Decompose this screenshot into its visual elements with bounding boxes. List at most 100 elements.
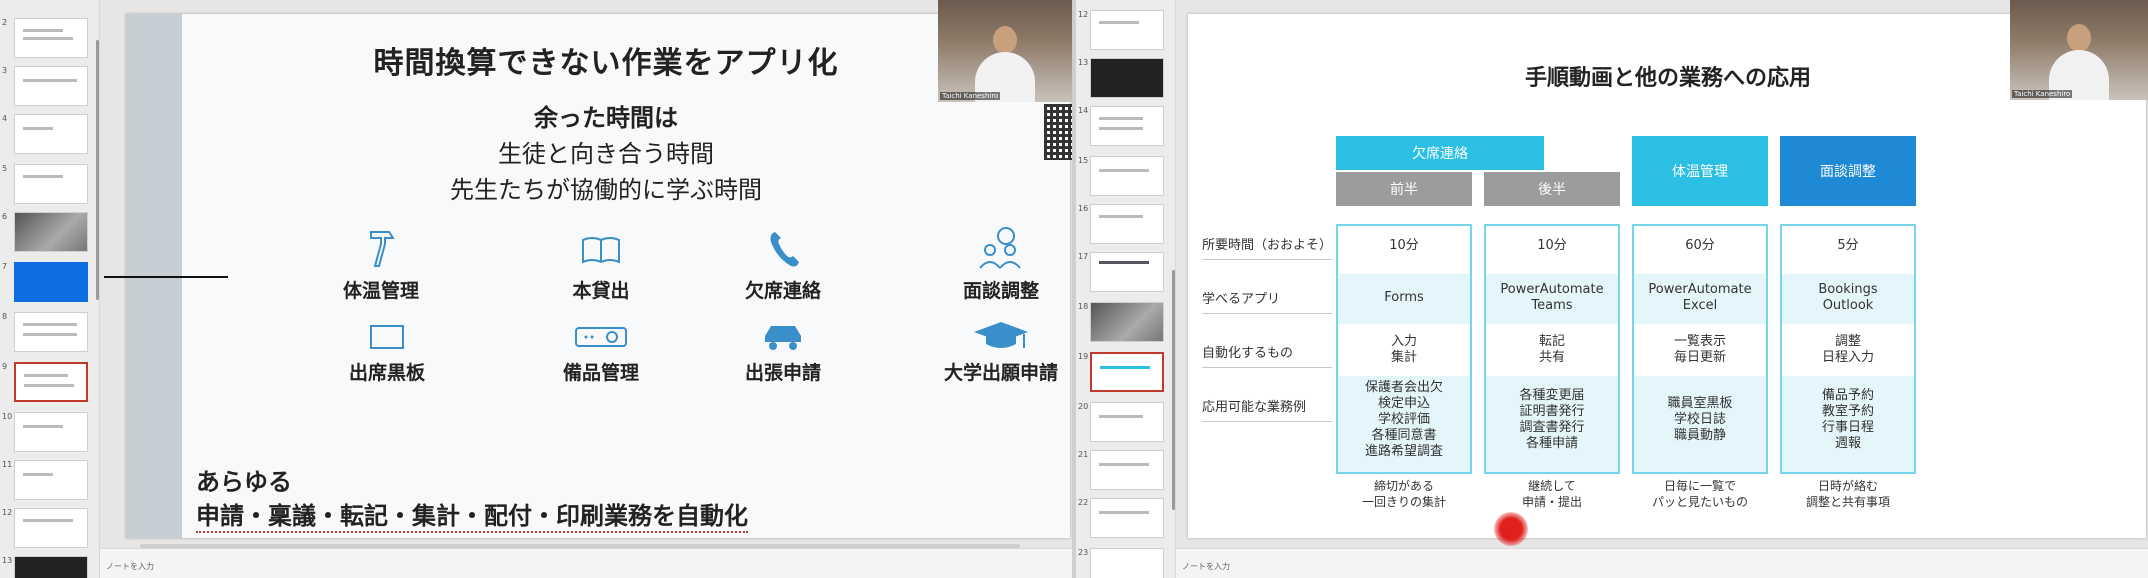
thumb-number: 3 [2, 66, 8, 75]
thumb-number: 17 [1078, 252, 1089, 261]
projector-icon [575, 327, 627, 347]
cell-time: 5分 [1837, 238, 1859, 253]
cell-example: 進路希望調査 [1364, 444, 1443, 459]
slide-thumbnail-panel[interactable]: 2 3 4 5 6 7 8 9 10 11 12 13 [0, 0, 100, 578]
webcam-label: Taichi Kaneshiro [940, 92, 1001, 100]
thumbnail-scrollbar[interactable] [96, 40, 99, 300]
slide-thumbnail-active[interactable] [14, 362, 88, 402]
row-label-automation: 自動化するもの [1202, 342, 1332, 368]
cell-auto: 集計 [1390, 350, 1417, 365]
slide-thumbnail[interactable] [14, 212, 88, 252]
column-caption: 継続して 申請・提出 [1484, 478, 1620, 510]
item-label: 大学出願申請 [943, 362, 1058, 384]
slide-thumbnail[interactable] [14, 262, 88, 302]
thumb-number: 15 [1078, 156, 1089, 165]
slide-thumbnail[interactable] [1090, 10, 1164, 50]
caption-line: 調整と共有事項 [1805, 495, 1890, 509]
thumb-number: 9 [2, 362, 8, 371]
slide-thumbnail-active[interactable] [1090, 352, 1164, 392]
slide-thumbnail[interactable] [1090, 252, 1164, 292]
thumb-number: 10 [2, 412, 13, 421]
item-interview: 面談調整 [916, 226, 1070, 303]
cell-example: 検定申込 [1377, 396, 1430, 411]
item-label: 出張申請 [744, 362, 821, 384]
slide-subtitle-line: 生徒と向き合う時間 [498, 140, 714, 168]
slide-thumbnail[interactable] [1090, 156, 1164, 196]
meeting-icon [979, 227, 1021, 269]
item-equipment: 備品管理 [516, 320, 686, 385]
caption-line: 日時が絡む [1817, 479, 1878, 493]
cell-example: 学校日誌 [1673, 412, 1726, 427]
slide-thumbnail[interactable] [14, 66, 88, 106]
header-absence: 欠席連絡 [1336, 136, 1544, 170]
header-first-half: 前半 [1336, 172, 1472, 206]
slide-editor: 手順動画と他の業務への応用 欠席連絡 前半 後半 体温管理 面談調整 所要時間（… [1176, 0, 2148, 578]
cell-example: 備品予約 [1821, 388, 1874, 403]
thumb-number: 13 [1078, 58, 1089, 67]
cell-example: 教室予約 [1821, 404, 1874, 419]
slide-thumbnail[interactable] [1090, 302, 1164, 342]
slide-thumbnail[interactable] [14, 460, 88, 500]
column-interview: 5分 Bookings Outlook 調整 日程入力 備品予約 教室予約 行事… [1780, 224, 1916, 474]
slide-thumbnail[interactable] [14, 508, 88, 548]
car-icon [765, 326, 801, 350]
slide-title: 手順動画と他の業務への応用 [1524, 66, 1811, 91]
cell-example: 各種申請 [1525, 436, 1578, 451]
pointer-line [104, 276, 228, 278]
cell-example: 各種変更届 [1519, 388, 1585, 403]
slide-thumbnail[interactable] [14, 164, 88, 204]
slide-footer-line: あらゆる [196, 468, 292, 496]
slide-thumbnail[interactable] [1090, 58, 1164, 98]
column-caption: 締切がある 一回きりの集計 [1336, 478, 1472, 510]
item-label: 欠席連絡 [744, 280, 821, 302]
slide-subtitle-line: 先生たちが協働的に学ぶ時間 [450, 176, 762, 204]
webcam-feed: Taichi Kaneshiro [938, 0, 1072, 102]
thumb-number: 21 [1078, 450, 1089, 459]
item-absence: 欠席連絡 [698, 226, 868, 303]
slide-thumbnail[interactable] [1090, 106, 1164, 146]
slide-thumbnail[interactable] [1090, 402, 1164, 442]
row-label-time: 所要時間（おおよそ） [1202, 234, 1332, 260]
presenter [975, 22, 1035, 102]
cell-time: 10分 [1389, 238, 1419, 253]
book-icon [582, 237, 620, 264]
row-label-apps: 学べるアプリ [1202, 288, 1332, 314]
caption-line: 一回きりの集計 [1361, 495, 1446, 509]
thumb-number: 12 [2, 508, 13, 517]
slide-footer-line: 申請・稟議・転記・集計・配付・印刷業務を自動化 [196, 496, 748, 533]
thumb-number: 5 [2, 164, 8, 173]
header-temperature: 体温管理 [1632, 136, 1768, 206]
presenter [2049, 20, 2109, 100]
current-slide[interactable]: 手順動画と他の業務への応用 欠席連絡 前半 後半 体温管理 面談調整 所要時間（… [1188, 14, 2146, 538]
cell-example: 行事日程 [1821, 420, 1874, 435]
graduation-cap-icon [974, 322, 1028, 348]
thumb-number: 20 [1078, 402, 1089, 411]
slide-thumbnail[interactable] [1090, 498, 1164, 538]
notes-pane[interactable]: ノートを入力 [1176, 548, 2148, 578]
column-caption: 日毎に一覧で パッと見たいもの [1632, 478, 1768, 510]
slide-thumbnail[interactable] [14, 412, 88, 452]
cell-auto: 日程入力 [1821, 350, 1874, 365]
notes-pane[interactable]: ノートを入力 [100, 548, 1074, 578]
cell-example: 調査書発行 [1519, 420, 1585, 435]
slide-thumbnail-panel[interactable]: 12 13 14 15 16 17 18 19 20 21 22 23 [1076, 0, 1176, 578]
item-attendance-board: 出席黒板 [302, 320, 472, 385]
slide-thumbnail[interactable] [1090, 548, 1164, 578]
thumbnail-scrollbar[interactable] [1172, 270, 1175, 510]
slide-thumbnail[interactable] [14, 556, 88, 578]
item-label: 本貸出 [572, 280, 630, 302]
current-slide[interactable]: 時間換算できない作業をアプリ化 余った時間は 生徒と向き合う時間 先生たちが協働… [126, 14, 1070, 538]
cell-apps: Forms [1384, 290, 1424, 305]
slide-thumbnail[interactable] [1090, 204, 1164, 244]
slide-thumbnail[interactable] [14, 18, 88, 58]
cell-auto: 入力 [1390, 334, 1417, 349]
slide-thumbnail[interactable] [1090, 450, 1164, 490]
cell-auto: 一覧表示 [1673, 334, 1726, 349]
item-temperature: 体温管理 [296, 226, 466, 303]
slide-thumbnail[interactable] [14, 114, 88, 154]
thumb-number: 22 [1078, 498, 1089, 507]
cell-example: 職員動静 [1673, 428, 1726, 443]
phone-icon [770, 232, 799, 267]
slide-thumbnail[interactable] [14, 312, 88, 352]
thumb-number: 2 [2, 18, 8, 27]
